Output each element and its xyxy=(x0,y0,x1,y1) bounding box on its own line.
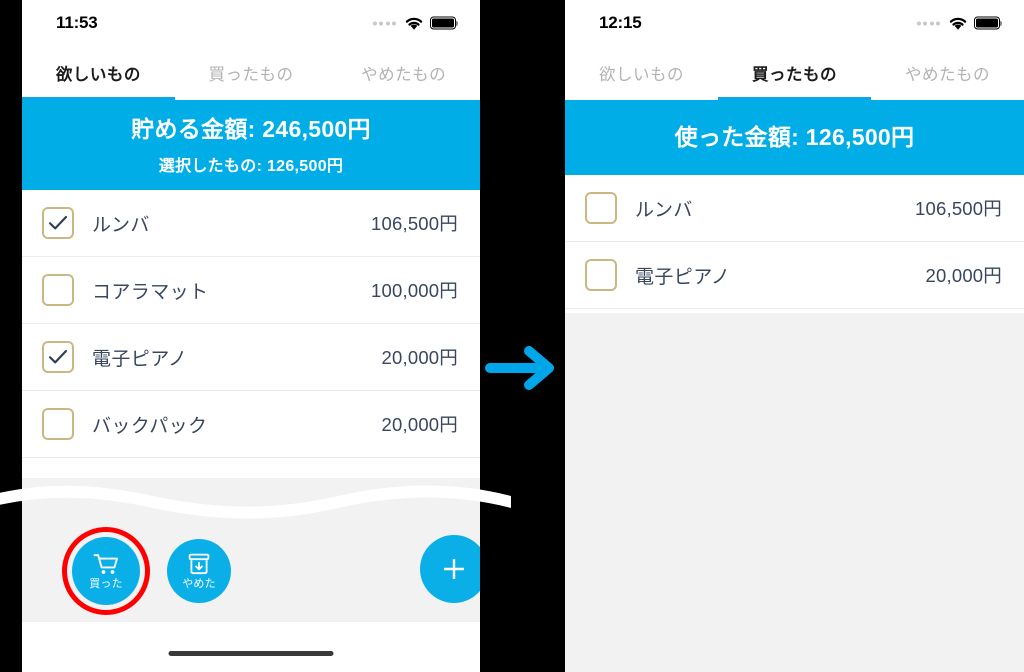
tab-bar: 欲しいもの 買ったもの やめたもの xyxy=(22,46,480,100)
summary-total-amount: 貯める金額: 246,500円 xyxy=(131,116,371,142)
table-row[interactable]: 電子ピアノ 20,000円 xyxy=(22,324,480,392)
checkbox-unchecked-icon[interactable] xyxy=(42,274,74,307)
item-name: コアラマット xyxy=(92,281,209,303)
archive-box-down-icon xyxy=(188,553,210,574)
tab-dropped[interactable]: やめたもの xyxy=(871,46,1024,100)
battery-full-icon xyxy=(430,16,456,30)
item-name: バックパック xyxy=(92,415,208,437)
item-price: 20,000円 xyxy=(381,414,458,436)
tab-purchased-label: 買ったもの xyxy=(208,66,294,84)
empty-list-area xyxy=(565,313,1024,672)
tab-wishlist[interactable]: 欲しいもの xyxy=(22,46,175,100)
item-name: 電子ピアノ xyxy=(635,266,731,288)
battery-full-icon xyxy=(974,16,1000,30)
add-item-button[interactable] xyxy=(420,535,480,603)
status-indicators xyxy=(372,16,456,31)
tab-bar: 欲しいもの 買ったもの やめたもの xyxy=(565,46,1024,100)
tab-purchased[interactable]: 買ったもの xyxy=(175,46,328,100)
bought-button[interactable]: 買った xyxy=(72,537,140,605)
home-indicator-area xyxy=(22,622,480,672)
status-bar: 11:53 xyxy=(22,0,480,46)
item-name: ルンバ xyxy=(92,214,150,236)
item-price: 20,000円 xyxy=(925,265,1002,287)
tab-purchased-label: 買ったもの xyxy=(752,66,837,84)
item-price: 106,500円 xyxy=(915,198,1002,220)
tab-dropped-label: やめたもの xyxy=(905,66,990,84)
item-name: ルンバ xyxy=(635,199,693,221)
wifi-icon xyxy=(949,17,967,30)
table-row[interactable]: ルンバ 106,500円 xyxy=(22,190,480,258)
dropped-button-label: やめた xyxy=(182,577,216,590)
item-price: 106,500円 xyxy=(371,213,458,235)
comparison-stage: 11:53 欲しいもの 買ったもの やめたもの 貯める金額: 246,500円 … xyxy=(0,0,1024,672)
signal-dots-icon xyxy=(372,21,396,25)
summary-banner: 使った金額: 126,500円 xyxy=(565,100,1024,176)
arrow-right-icon xyxy=(485,346,554,390)
status-indicators xyxy=(916,16,1000,31)
item-name: 電子ピアノ xyxy=(92,348,188,370)
checkbox-unchecked-icon[interactable] xyxy=(585,192,617,225)
tab-dropped[interactable]: やめたもの xyxy=(327,46,480,100)
item-price: 100,000円 xyxy=(371,280,458,302)
home-indicator[interactable] xyxy=(168,651,334,656)
tab-wishlist[interactable]: 欲しいもの xyxy=(565,46,718,100)
plus-icon xyxy=(444,559,464,579)
status-bar: 12:15 xyxy=(565,0,1024,46)
tab-dropped-label: やめたもの xyxy=(361,66,447,84)
summary-banner: 貯める金額: 246,500円 選択したもの: 126,500円 xyxy=(22,100,480,191)
summary-selected-amount: 選択したもの: 126,500円 xyxy=(158,158,344,176)
summary-spent-amount: 使った金額: 126,500円 xyxy=(674,124,915,150)
table-row[interactable]: バックパック 20,000円 xyxy=(22,391,480,459)
tab-wishlist-label: 欲しいもの xyxy=(599,66,684,84)
table-row[interactable]: ルンバ 106,500円 xyxy=(565,175,1024,243)
tab-wishlist-label: 欲しいもの xyxy=(55,66,141,84)
tab-purchased[interactable]: 買ったもの xyxy=(718,46,871,100)
phone-screen-wishlist: 11:53 欲しいもの 買ったもの やめたもの 貯める金額: 246,500円 … xyxy=(22,0,480,672)
status-time: 11:53 xyxy=(56,13,98,32)
item-price: 20,000円 xyxy=(381,347,458,369)
table-row[interactable]: 電子ピアノ 20,000円 xyxy=(565,242,1024,310)
dropped-button[interactable]: やめた xyxy=(167,539,231,603)
item-list: ルンバ 106,500円 電子ピアノ 20,000円 xyxy=(565,175,1024,310)
table-row[interactable]: コアラマット 100,000円 xyxy=(22,257,480,325)
status-time: 12:15 xyxy=(599,13,642,32)
phone-screen-purchased: 12:15 欲しいもの 買ったもの やめたもの 使った金額: 126,500円 xyxy=(565,0,1024,672)
shopping-cart-icon xyxy=(93,553,118,574)
checkbox-unchecked-icon[interactable] xyxy=(585,259,617,292)
checkbox-unchecked-icon[interactable] xyxy=(42,408,74,441)
wifi-icon xyxy=(405,17,423,30)
item-list: ルンバ 106,500円 コアラマット 100,000円 電子ピアノ 20,00… xyxy=(22,190,480,459)
bought-button-label: 買った xyxy=(89,577,123,590)
checkbox-checked-icon[interactable] xyxy=(42,341,74,374)
signal-dots-icon xyxy=(916,21,940,25)
checkbox-checked-icon[interactable] xyxy=(42,207,74,240)
